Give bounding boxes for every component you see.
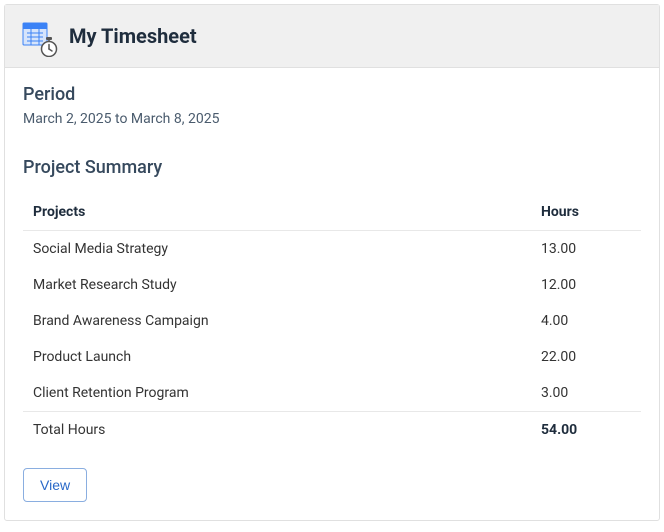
- project-hours: 13.00: [531, 231, 641, 268]
- project-name: Market Research Study: [23, 267, 531, 303]
- card-body: Period March 2, 2025 to March 8, 2025 Pr…: [5, 68, 659, 520]
- summary-title: Project Summary: [23, 157, 641, 178]
- stopwatch-icon: [39, 37, 59, 57]
- project-summary-table: Projects Hours Social Media Strategy 13.…: [23, 194, 641, 448]
- period-label: Period: [23, 84, 641, 105]
- project-name: Client Retention Program: [23, 375, 531, 412]
- project-hours: 22.00: [531, 339, 641, 375]
- project-name: Brand Awareness Campaign: [23, 303, 531, 339]
- timesheet-card: My Timesheet Period March 2, 2025 to Mar…: [4, 4, 660, 521]
- view-button[interactable]: View: [23, 468, 87, 502]
- table-row: Market Research Study 12.00: [23, 267, 641, 303]
- project-hours: 12.00: [531, 267, 641, 303]
- project-name: Product Launch: [23, 339, 531, 375]
- card-header: My Timesheet: [5, 5, 659, 68]
- column-header-projects: Projects: [23, 194, 531, 231]
- project-hours: 3.00: [531, 375, 641, 412]
- total-row: Total Hours 54.00: [23, 412, 641, 449]
- total-label: Total Hours: [23, 412, 531, 449]
- table-row: Brand Awareness Campaign 4.00: [23, 303, 641, 339]
- period-value: March 2, 2025 to March 8, 2025: [23, 111, 641, 127]
- table-row: Product Launch 22.00: [23, 339, 641, 375]
- project-hours: 4.00: [531, 303, 641, 339]
- timesheet-icon: [21, 19, 55, 53]
- page-title: My Timesheet: [69, 24, 197, 48]
- column-header-hours: Hours: [531, 194, 641, 231]
- table-row: Client Retention Program 3.00: [23, 375, 641, 412]
- table-row: Social Media Strategy 13.00: [23, 231, 641, 268]
- project-name: Social Media Strategy: [23, 231, 531, 268]
- total-hours: 54.00: [531, 412, 641, 449]
